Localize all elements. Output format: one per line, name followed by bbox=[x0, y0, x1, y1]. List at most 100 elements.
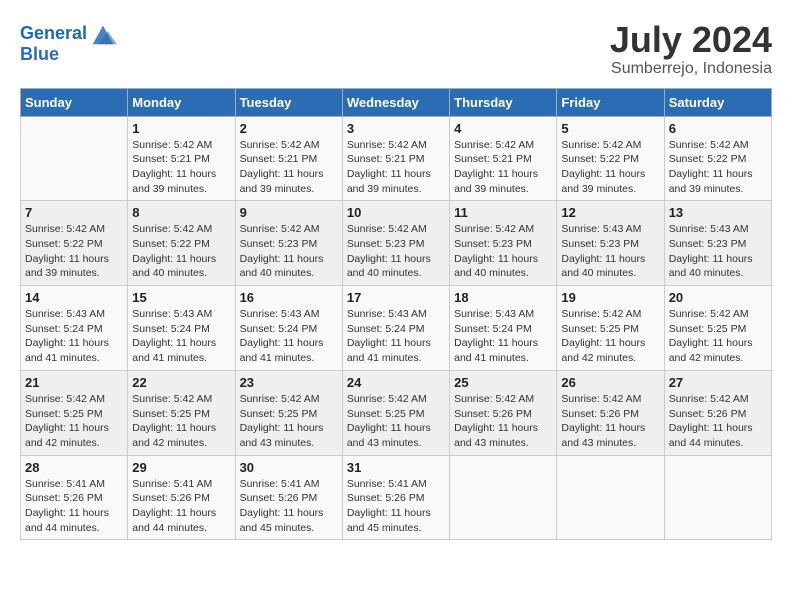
title-block: July 2024 Sumberrejo, Indonesia bbox=[610, 20, 772, 78]
day-number: 14 bbox=[25, 290, 123, 305]
day-number: 24 bbox=[347, 375, 445, 390]
calendar-cell: 13 Sunrise: 5:43 AM Sunset: 5:23 PM Dayli… bbox=[664, 201, 771, 286]
day-number: 12 bbox=[561, 205, 659, 220]
day-info: Sunrise: 5:43 AM Sunset: 5:23 PM Dayligh… bbox=[561, 222, 659, 281]
day-info: Sunrise: 5:41 AM Sunset: 5:26 PM Dayligh… bbox=[240, 477, 338, 536]
calendar-week-4: 21 Sunrise: 5:42 AM Sunset: 5:25 PM Dayli… bbox=[21, 370, 772, 455]
day-info: Sunrise: 5:42 AM Sunset: 5:23 PM Dayligh… bbox=[347, 222, 445, 281]
calendar-cell: 8Sunrise: 5:42 AM Sunset: 5:22 PM Daylig… bbox=[128, 201, 235, 286]
calendar-week-5: 28 Sunrise: 5:41 AM Sunset: 5:26 PM Dayli… bbox=[21, 455, 772, 540]
day-number: 20 bbox=[669, 290, 767, 305]
calendar-cell: 22 Sunrise: 5:42 AM Sunset: 5:25 PM Dayli… bbox=[128, 370, 235, 455]
calendar-cell: 11 Sunrise: 5:42 AM Sunset: 5:23 PM Dayli… bbox=[450, 201, 557, 286]
calendar-cell: 24 Sunrise: 5:42 AM Sunset: 5:25 PM Dayli… bbox=[342, 370, 449, 455]
day-info: Sunrise: 5:41 AM Sunset: 5:26 PM Dayligh… bbox=[132, 477, 230, 536]
day-info: Sunrise: 5:42 AM Sunset: 5:22 PM Dayligh… bbox=[669, 138, 767, 197]
day-info: Sunrise: 5:42 AM Sunset: 5:22 PM Dayligh… bbox=[561, 138, 659, 197]
day-info: Sunrise: 5:42 AM Sunset: 5:23 PM Dayligh… bbox=[454, 222, 552, 281]
day-number: 22 bbox=[132, 375, 230, 390]
calendar-cell: 18 Sunrise: 5:43 AM Sunset: 5:24 PM Dayli… bbox=[450, 286, 557, 371]
day-info: Sunrise: 5:42 AM Sunset: 5:21 PM Dayligh… bbox=[132, 138, 230, 197]
day-info: Sunrise: 5:42 AM Sunset: 5:21 PM Dayligh… bbox=[347, 138, 445, 197]
calendar-cell: 10Sunrise: 5:42 AM Sunset: 5:23 PM Dayli… bbox=[342, 201, 449, 286]
calendar-cell: 20 Sunrise: 5:42 AM Sunset: 5:25 PM Dayli… bbox=[664, 286, 771, 371]
calendar-header-row: SundayMondayTuesdayWednesdayThursdayFrid… bbox=[21, 88, 772, 116]
day-info: Sunrise: 5:43 AM Sunset: 5:24 PM Dayligh… bbox=[132, 307, 230, 366]
day-info: Sunrise: 5:41 AM Sunset: 5:26 PM Dayligh… bbox=[347, 477, 445, 536]
logo-icon bbox=[89, 20, 117, 48]
calendar-cell: 25Sunrise: 5:42 AM Sunset: 5:26 PM Dayli… bbox=[450, 370, 557, 455]
calendar-cell: 2 Sunrise: 5:42 AM Sunset: 5:21 PM Daylig… bbox=[235, 116, 342, 201]
day-number: 5 bbox=[561, 121, 659, 136]
day-info: Sunrise: 5:42 AM Sunset: 5:25 PM Dayligh… bbox=[347, 392, 445, 451]
day-number: 9 bbox=[240, 205, 338, 220]
day-number: 31 bbox=[347, 460, 445, 475]
calendar-cell: 16 Sunrise: 5:43 AM Sunset: 5:24 PM Dayli… bbox=[235, 286, 342, 371]
day-number: 6 bbox=[669, 121, 767, 136]
day-number: 25 bbox=[454, 375, 552, 390]
calendar-cell: 14 Sunrise: 5:43 AM Sunset: 5:24 PM Dayli… bbox=[21, 286, 128, 371]
logo-text: General bbox=[20, 24, 87, 44]
calendar-cell: 6 Sunrise: 5:42 AM Sunset: 5:22 PM Daylig… bbox=[664, 116, 771, 201]
calendar-table: SundayMondayTuesdayWednesdayThursdayFrid… bbox=[20, 88, 772, 541]
logo: General Blue bbox=[20, 20, 117, 65]
day-number: 16 bbox=[240, 290, 338, 305]
day-info: Sunrise: 5:42 AM Sunset: 5:26 PM Dayligh… bbox=[561, 392, 659, 451]
day-info: Sunrise: 5:42 AM Sunset: 5:22 PM Dayligh… bbox=[25, 222, 123, 281]
calendar-cell: 30 Sunrise: 5:41 AM Sunset: 5:26 PM Dayli… bbox=[235, 455, 342, 540]
day-info: Sunrise: 5:43 AM Sunset: 5:23 PM Dayligh… bbox=[669, 222, 767, 281]
day-info: Sunrise: 5:42 AM Sunset: 5:25 PM Dayligh… bbox=[240, 392, 338, 451]
day-number: 26 bbox=[561, 375, 659, 390]
day-number: 2 bbox=[240, 121, 338, 136]
day-info: Sunrise: 5:42 AM Sunset: 5:25 PM Dayligh… bbox=[132, 392, 230, 451]
day-number: 15 bbox=[132, 290, 230, 305]
month-title: July 2024 bbox=[610, 20, 772, 60]
day-info: Sunrise: 5:43 AM Sunset: 5:24 PM Dayligh… bbox=[240, 307, 338, 366]
day-info: Sunrise: 5:42 AM Sunset: 5:25 PM Dayligh… bbox=[25, 392, 123, 451]
day-info: Sunrise: 5:41 AM Sunset: 5:26 PM Dayligh… bbox=[25, 477, 123, 536]
day-number: 27 bbox=[669, 375, 767, 390]
calendar-cell: 12 Sunrise: 5:43 AM Sunset: 5:23 PM Dayli… bbox=[557, 201, 664, 286]
day-info: Sunrise: 5:42 AM Sunset: 5:25 PM Dayligh… bbox=[669, 307, 767, 366]
calendar-cell: 19 Sunrise: 5:42 AM Sunset: 5:25 PM Dayli… bbox=[557, 286, 664, 371]
day-number: 3 bbox=[347, 121, 445, 136]
calendar-cell: 26 Sunrise: 5:42 AM Sunset: 5:26 PM Dayli… bbox=[557, 370, 664, 455]
calendar-cell: 23 Sunrise: 5:42 AM Sunset: 5:25 PM Dayli… bbox=[235, 370, 342, 455]
day-info: Sunrise: 5:43 AM Sunset: 5:24 PM Dayligh… bbox=[454, 307, 552, 366]
weekday-header-saturday: Saturday bbox=[664, 88, 771, 116]
day-number: 30 bbox=[240, 460, 338, 475]
calendar-cell: 3 Sunrise: 5:42 AM Sunset: 5:21 PM Daylig… bbox=[342, 116, 449, 201]
calendar-cell bbox=[450, 455, 557, 540]
day-info: Sunrise: 5:43 AM Sunset: 5:24 PM Dayligh… bbox=[347, 307, 445, 366]
day-number: 21 bbox=[25, 375, 123, 390]
weekday-header-friday: Friday bbox=[557, 88, 664, 116]
day-number: 1 bbox=[132, 121, 230, 136]
calendar-cell: 9 Sunrise: 5:42 AM Sunset: 5:23 PM Daylig… bbox=[235, 201, 342, 286]
day-info: Sunrise: 5:42 AM Sunset: 5:25 PM Dayligh… bbox=[561, 307, 659, 366]
day-info: Sunrise: 5:42 AM Sunset: 5:21 PM Dayligh… bbox=[240, 138, 338, 197]
calendar-cell: 5 Sunrise: 5:42 AM Sunset: 5:22 PM Daylig… bbox=[557, 116, 664, 201]
calendar-week-1: 1 Sunrise: 5:42 AM Sunset: 5:21 PM Daylig… bbox=[21, 116, 772, 201]
weekday-header-sunday: Sunday bbox=[21, 88, 128, 116]
calendar-cell bbox=[557, 455, 664, 540]
day-number: 28 bbox=[25, 460, 123, 475]
calendar-cell: 1 Sunrise: 5:42 AM Sunset: 5:21 PM Daylig… bbox=[128, 116, 235, 201]
day-number: 23 bbox=[240, 375, 338, 390]
calendar-week-2: 7 Sunrise: 5:42 AM Sunset: 5:22 PM Daylig… bbox=[21, 201, 772, 286]
calendar-cell bbox=[664, 455, 771, 540]
weekday-header-monday: Monday bbox=[128, 88, 235, 116]
day-info: Sunrise: 5:43 AM Sunset: 5:24 PM Dayligh… bbox=[25, 307, 123, 366]
day-number: 19 bbox=[561, 290, 659, 305]
day-number: 18 bbox=[454, 290, 552, 305]
calendar-cell: 21 Sunrise: 5:42 AM Sunset: 5:25 PM Dayli… bbox=[21, 370, 128, 455]
location: Sumberrejo, Indonesia bbox=[610, 60, 772, 78]
day-number: 4 bbox=[454, 121, 552, 136]
day-number: 13 bbox=[669, 205, 767, 220]
day-number: 11 bbox=[454, 205, 552, 220]
day-number: 7 bbox=[25, 205, 123, 220]
calendar-cell: 27Sunrise: 5:42 AM Sunset: 5:26 PM Dayli… bbox=[664, 370, 771, 455]
calendar-cell: 29Sunrise: 5:41 AM Sunset: 5:26 PM Dayli… bbox=[128, 455, 235, 540]
day-number: 8 bbox=[132, 205, 230, 220]
calendar-cell: 15 Sunrise: 5:43 AM Sunset: 5:24 PM Dayli… bbox=[128, 286, 235, 371]
day-info: Sunrise: 5:42 AM Sunset: 5:23 PM Dayligh… bbox=[240, 222, 338, 281]
